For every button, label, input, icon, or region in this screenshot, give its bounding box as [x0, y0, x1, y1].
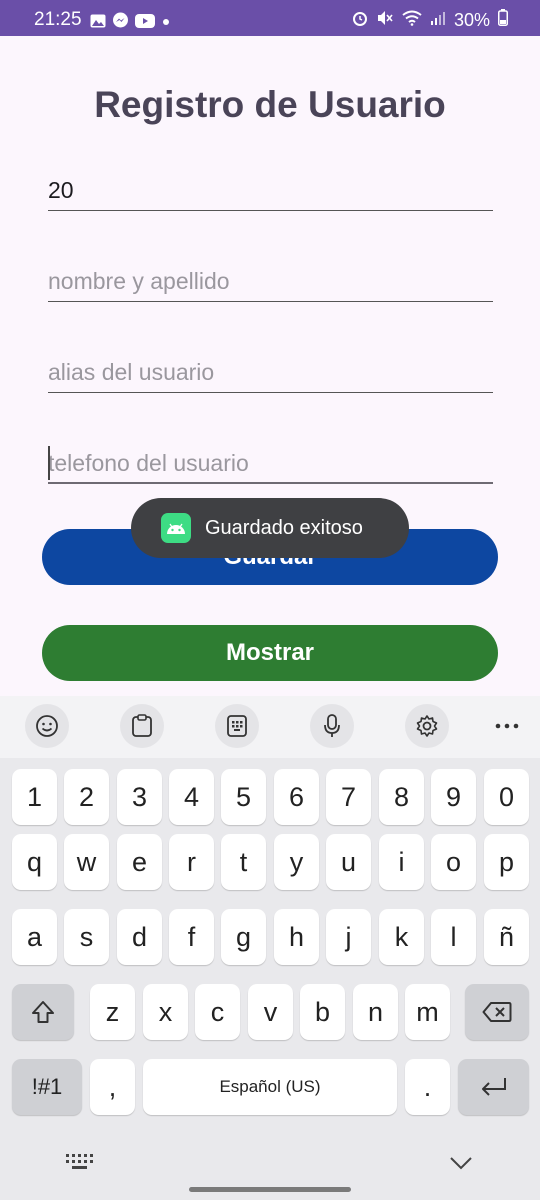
key-8[interactable]: 8	[379, 769, 424, 825]
key-a[interactable]: a	[12, 909, 57, 965]
key-l[interactable]: l	[431, 909, 476, 965]
period-key[interactable]: .	[405, 1059, 450, 1115]
wifi-icon	[402, 10, 422, 31]
enter-key[interactable]	[458, 1059, 529, 1115]
enter-icon	[481, 1078, 506, 1096]
signal-icon	[430, 10, 446, 31]
symbols-key[interactable]: !#1	[12, 1059, 82, 1115]
key-6[interactable]: 6	[274, 769, 319, 825]
comma-key[interactable]: ,	[90, 1059, 135, 1115]
page-title: Registro de Usuario	[94, 84, 446, 125]
mute-icon	[376, 10, 394, 31]
settings-icon[interactable]	[405, 704, 449, 748]
keyboard: 1 2 3 4 5 6 7 8 9 0 q w e r t y u i o p …	[0, 758, 540, 1200]
key-0[interactable]: 0	[484, 769, 529, 825]
key-t[interactable]: t	[221, 834, 266, 890]
key-e[interactable]: e	[117, 834, 162, 890]
key-7[interactable]: 7	[326, 769, 371, 825]
key-z[interactable]: z	[90, 984, 135, 1040]
key-2[interactable]: 2	[64, 769, 109, 825]
key-u[interactable]: u	[326, 834, 371, 890]
toast: Guardado exitoso	[131, 498, 409, 558]
key-k[interactable]: k	[379, 909, 424, 965]
battery-text: 30%	[453, 9, 490, 30]
key-y[interactable]: y	[274, 834, 319, 890]
key-enye[interactable]: ñ	[484, 909, 529, 965]
emoji-icon[interactable]	[25, 704, 69, 748]
dot-icon	[161, 14, 171, 32]
mic-icon[interactable]	[310, 704, 354, 748]
key-r[interactable]: r	[169, 834, 214, 890]
clipboard-icon[interactable]	[120, 704, 164, 748]
chevron-down-icon[interactable]	[449, 1156, 473, 1175]
messenger-icon	[112, 12, 129, 34]
key-w[interactable]: w	[64, 834, 109, 890]
home-indicator[interactable]	[189, 1187, 351, 1192]
shift-icon	[32, 1001, 54, 1023]
image-icon	[90, 14, 106, 33]
mostrar-button[interactable]: Mostrar	[42, 625, 498, 681]
keypad-icon[interactable]	[215, 704, 259, 748]
key-m[interactable]: m	[405, 984, 450, 1040]
space-key[interactable]: Español (US)	[143, 1059, 397, 1115]
more-icon[interactable]	[485, 704, 529, 748]
key-v[interactable]: v	[248, 984, 293, 1040]
age-field-container	[48, 171, 493, 211]
key-h[interactable]: h	[274, 909, 319, 965]
battery-icon	[498, 9, 508, 31]
key-j[interactable]: j	[326, 909, 371, 965]
name-input[interactable]	[48, 262, 493, 300]
toast-message: Guardado exitoso	[205, 516, 363, 539]
key-f[interactable]: f	[169, 909, 214, 965]
backspace-icon	[482, 1002, 512, 1022]
key-i[interactable]: i	[379, 834, 424, 890]
status-time: 21:25	[34, 9, 82, 30]
youtube-icon	[135, 13, 155, 33]
key-g[interactable]: g	[221, 909, 266, 965]
text-caret	[48, 446, 50, 480]
key-x[interactable]: x	[143, 984, 188, 1040]
alarm-icon	[352, 10, 368, 31]
key-o[interactable]: o	[431, 834, 476, 890]
key-3[interactable]: 3	[117, 769, 162, 825]
key-4[interactable]: 4	[169, 769, 214, 825]
phone-field-container	[48, 444, 493, 484]
keyboard-nav-bar	[0, 1130, 540, 1200]
key-n[interactable]: n	[353, 984, 398, 1040]
phone-input[interactable]	[48, 444, 493, 482]
status-bar: 21:25 30%	[0, 0, 540, 36]
android-icon	[161, 513, 191, 543]
key-1[interactable]: 1	[12, 769, 57, 825]
name-field-container	[48, 262, 493, 302]
keyboard-toolbar	[0, 696, 540, 758]
key-q[interactable]: q	[12, 834, 57, 890]
key-9[interactable]: 9	[431, 769, 476, 825]
key-p[interactable]: p	[484, 834, 529, 890]
backspace-key[interactable]	[465, 984, 529, 1040]
key-b[interactable]: b	[300, 984, 345, 1040]
key-d[interactable]: d	[117, 909, 162, 965]
keyboard-grid-icon[interactable]	[66, 1154, 94, 1175]
key-5[interactable]: 5	[221, 769, 266, 825]
alias-field-container	[48, 353, 493, 393]
age-input[interactable]	[48, 171, 493, 209]
shift-key[interactable]	[12, 984, 74, 1040]
key-c[interactable]: c	[195, 984, 240, 1040]
alias-input[interactable]	[48, 353, 493, 391]
key-s[interactable]: s	[64, 909, 109, 965]
